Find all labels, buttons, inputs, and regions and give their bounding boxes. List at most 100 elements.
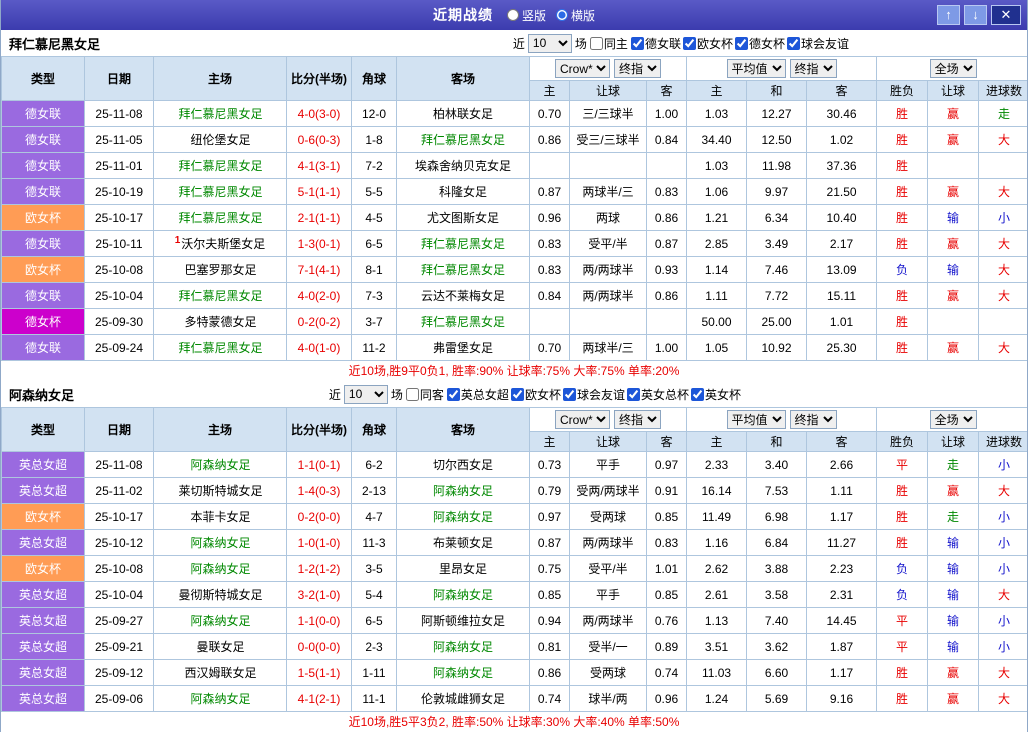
league-filter[interactable]: 英女杯 xyxy=(691,386,741,403)
match-row: 德女联 25-10-19 拜仁慕尼黑女足 5-1(1-1) 5-5 科隆女足 0… xyxy=(2,179,1028,205)
league-filter[interactable]: 英女总杯 xyxy=(627,386,689,403)
odds-away: 1.01 xyxy=(647,556,687,582)
goals-result: 大 xyxy=(979,231,1028,257)
same-venue-filter[interactable]: 同主 xyxy=(590,35,628,52)
recent-count-select[interactable]: 10 xyxy=(344,385,388,404)
layout-radio-option[interactable]: 横版 xyxy=(556,7,595,24)
league-filter-checkbox[interactable] xyxy=(691,388,704,401)
layout-radio[interactable] xyxy=(507,9,519,21)
league-filter-label: 欧女杯 xyxy=(525,386,561,403)
handicap-line: 两球 xyxy=(570,205,647,231)
same-venue-checkbox[interactable] xyxy=(590,37,603,50)
match-date: 25-10-04 xyxy=(85,283,154,309)
avg-home: 16.14 xyxy=(687,478,747,504)
league-filter[interactable]: 欧女杯 xyxy=(683,35,733,52)
away-team-cell: 布莱顿女足 xyxy=(397,530,530,556)
league-filter-checkbox[interactable] xyxy=(683,37,696,50)
scope-select[interactable]: 全场 xyxy=(930,59,977,78)
scope-select[interactable]: 全场 xyxy=(930,410,977,429)
home-team: 拜仁慕尼黑女足 xyxy=(178,341,262,355)
away-team: 拜仁慕尼黑女足 xyxy=(421,237,505,251)
match-row: 德女联 25-11-05 纽伦堡女足 0-6(0-3) 1-8 拜仁慕尼黑女足 … xyxy=(2,127,1028,153)
average-select[interactable]: 平均值 xyxy=(727,410,786,429)
odds-away: 0.83 xyxy=(647,530,687,556)
scroll-down-button[interactable]: ↓ xyxy=(964,5,987,25)
same-venue-checkbox[interactable] xyxy=(406,388,419,401)
near-label: 近 xyxy=(329,386,341,403)
league-filter-checkbox[interactable] xyxy=(563,388,576,401)
odds-away: 0.91 xyxy=(647,478,687,504)
col-odds-home: 主 xyxy=(530,432,570,452)
league-filter-checkbox[interactable] xyxy=(447,388,460,401)
average-odds-type-select[interactable]: 终指 xyxy=(790,410,837,429)
home-team-cell: 阿森纳女足 xyxy=(154,556,287,582)
league-filter-checkbox[interactable] xyxy=(627,388,640,401)
average-odds-type-select[interactable]: 终指 xyxy=(790,59,837,78)
company-odds-type-select[interactable]: 终指 xyxy=(614,59,661,78)
home-team: 沃尔夫斯堡女足 xyxy=(181,237,265,251)
match-result: 负 xyxy=(877,582,928,608)
layout-radio-option[interactable]: 竖版 xyxy=(507,7,546,24)
close-button[interactable]: ✕ xyxy=(991,5,1021,25)
avg-away: 37.36 xyxy=(807,153,877,179)
odds-away: 0.85 xyxy=(647,504,687,530)
scroll-up-button[interactable]: ↑ xyxy=(937,5,960,25)
league-filter[interactable]: 英总女超 xyxy=(447,386,509,403)
league-filter[interactable]: 欧女杯 xyxy=(511,386,561,403)
company-odds-type-select[interactable]: 终指 xyxy=(614,410,661,429)
away-team-cell: 柏林联女足 xyxy=(397,101,530,127)
avg-draw: 3.88 xyxy=(747,556,807,582)
match-date: 25-10-12 xyxy=(85,530,154,556)
handicap-result: 输 xyxy=(928,257,979,283)
avg-home: 2.33 xyxy=(687,452,747,478)
league-filter-checkbox[interactable] xyxy=(511,388,524,401)
score: 1-0(1-0) xyxy=(287,530,352,556)
avg-home: 11.49 xyxy=(687,504,747,530)
company-select[interactable]: Crow* xyxy=(555,59,610,78)
avg-home: 1.06 xyxy=(687,179,747,205)
goals-result: 小 xyxy=(979,205,1028,231)
corner-score: 6-5 xyxy=(352,231,397,257)
layout-radio-label: 横版 xyxy=(571,7,595,24)
match-row: 欧女杯 25-10-17 本菲卡女足 0-2(0-0) 4-7 阿森纳女足 0.… xyxy=(2,504,1028,530)
same-venue-filter[interactable]: 同客 xyxy=(406,386,444,403)
league-badge: 欧女杯 xyxy=(2,556,85,582)
league-filter-label: 英总女超 xyxy=(461,386,509,403)
home-team: 阿森纳女足 xyxy=(190,692,250,706)
league-badge: 德女联 xyxy=(2,101,85,127)
league-filter[interactable]: 德女杯 xyxy=(735,35,785,52)
handicap-result: 赢 xyxy=(928,283,979,309)
league-filter-checkbox[interactable] xyxy=(631,37,644,50)
average-select[interactable]: 平均值 xyxy=(727,59,786,78)
average-odds-header: 平均值终指 xyxy=(687,408,877,432)
goals-result: 大 xyxy=(979,283,1028,309)
handicap-result xyxy=(928,153,979,179)
handicap-line: 平手 xyxy=(570,582,647,608)
odds-away: 0.93 xyxy=(647,257,687,283)
match-row: 德女联 25-09-24 拜仁慕尼黑女足 4-0(1-0) 11-2 弗雷堡女足… xyxy=(2,335,1028,361)
goals-result: 小 xyxy=(979,634,1028,660)
league-filter[interactable]: 德女联 xyxy=(631,35,681,52)
recent-count-select[interactable]: 10 xyxy=(528,34,572,53)
titlebar-buttons: ↑ ↓ ✕ xyxy=(937,5,1021,25)
odds-home xyxy=(530,153,570,179)
layout-radio[interactable] xyxy=(556,9,568,21)
away-team-cell: 拜仁慕尼黑女足 xyxy=(397,257,530,283)
avg-away: 25.30 xyxy=(807,335,877,361)
league-filter[interactable]: 球会友谊 xyxy=(787,35,849,52)
company-select[interactable]: Crow* xyxy=(555,410,610,429)
league-filter-checkbox[interactable] xyxy=(735,37,748,50)
results-body: 英总女超 25-11-08 阿森纳女足 1-1(0-1) 6-2 切尔西女足 0… xyxy=(2,452,1028,712)
league-filter-checkbox[interactable] xyxy=(787,37,800,50)
home-team: 曼彻斯特城女足 xyxy=(178,588,262,602)
away-team: 拜仁慕尼黑女足 xyxy=(421,263,505,277)
league-filter[interactable]: 球会友谊 xyxy=(563,386,625,403)
match-row: 英总女超 25-09-27 阿森纳女足 1-1(0-0) 6-5 阿斯顿维拉女足… xyxy=(2,608,1028,634)
col-date: 日期 xyxy=(85,408,154,452)
col-result: 胜负 xyxy=(877,432,928,452)
home-team-cell: 莱切斯特城女足 xyxy=(154,478,287,504)
odds-away: 0.86 xyxy=(647,205,687,231)
goals-result: 大 xyxy=(979,660,1028,686)
away-team-cell: 拜仁慕尼黑女足 xyxy=(397,231,530,257)
away-team: 柏林联女足 xyxy=(433,107,493,121)
